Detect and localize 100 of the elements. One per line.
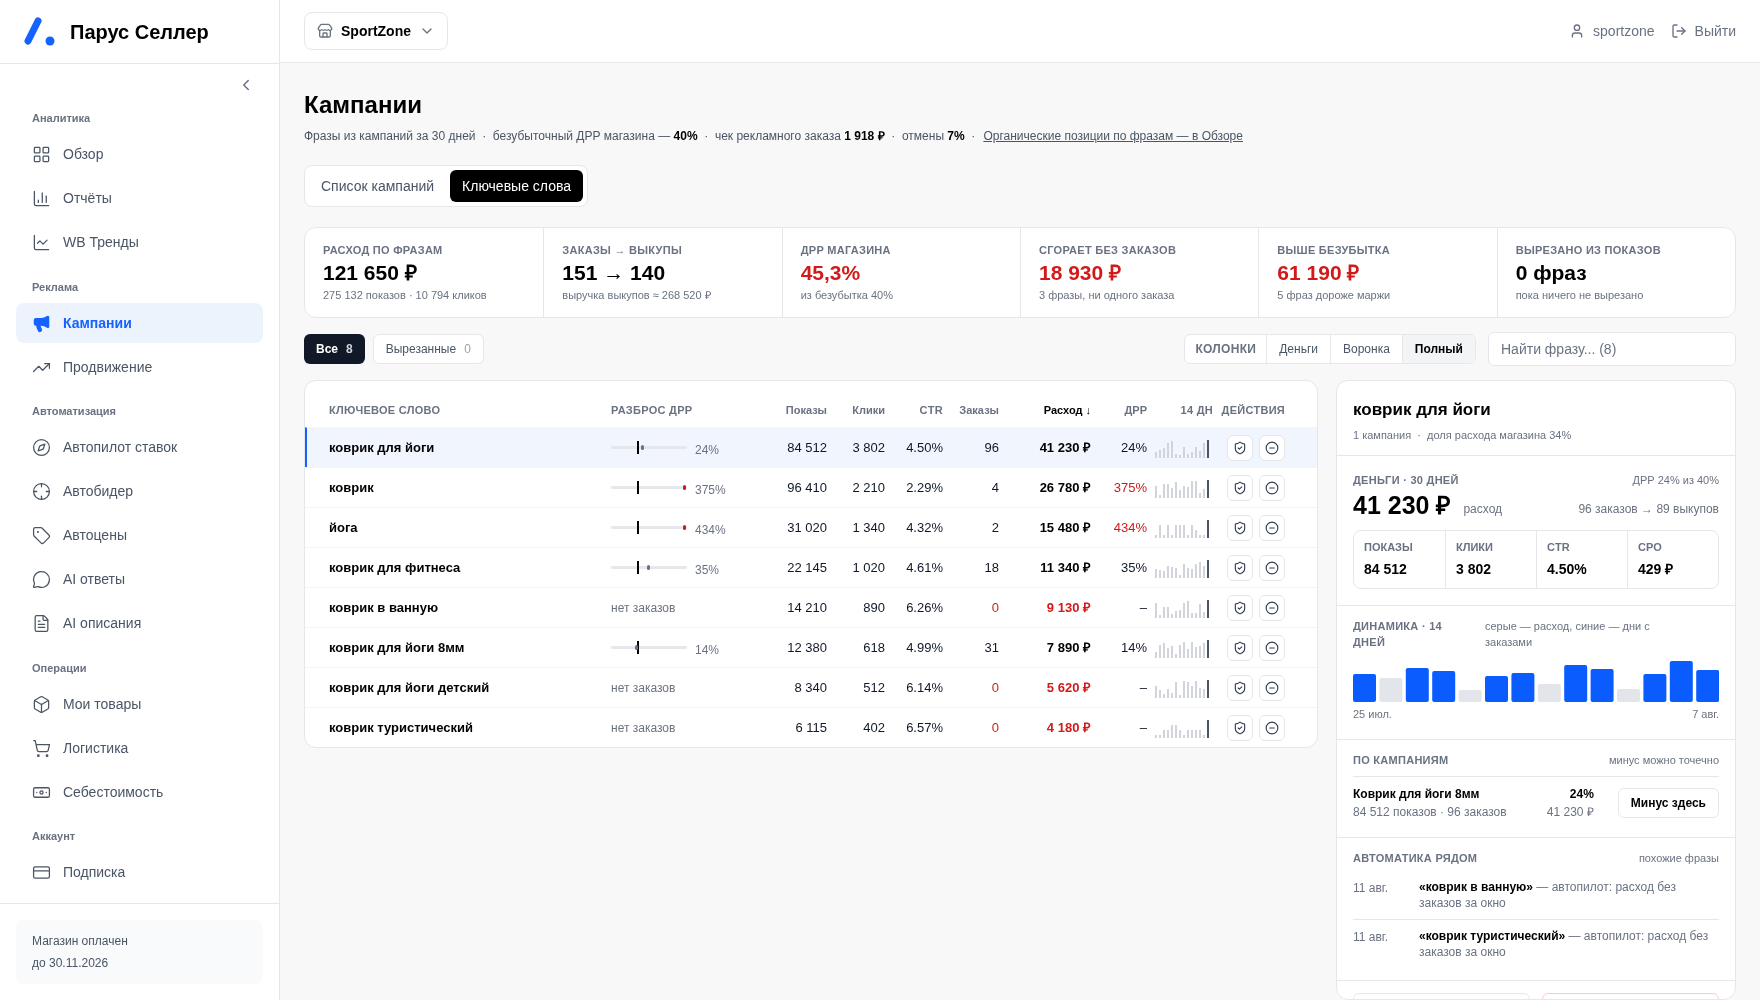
store-icon [317,23,333,39]
column-preset[interactable]: Воронка [1330,335,1402,363]
exclude-button[interactable] [1259,594,1285,621]
protect-button[interactable] [1227,474,1253,501]
spread-value: 24% [695,441,720,459]
filter-chip[interactable]: Все 8 [304,334,365,364]
table-row[interactable]: коврик в ванную нет заказов 14 210 890 6.26% 0 9 130 ₽ – [305,587,1317,627]
store-selector[interactable]: SportZone [304,12,448,50]
stat-label: CTR [1547,539,1571,555]
kpi-value: 61 190 ₽ [1277,259,1361,286]
protect-button[interactable] [1227,554,1253,581]
table-row[interactable]: коврик для йоги 8мм 14% 12 380 618 4.99% 31 7 890 ₽ 14% [305,627,1317,667]
table-cell-text: 4.61% [905,558,943,577]
detail-meta: 1 кампания · доля расхода магазина 34% [1353,427,1573,443]
sidebar-item[interactable]: Логистика [16,728,263,768]
box-icon [32,694,51,714]
exclude-button[interactable] [1259,714,1285,741]
protect-button[interactable] [1227,594,1253,621]
exclude-button[interactable] [1259,434,1285,461]
campaign-meta: 84 512 показов · 96 заказов [1353,804,1508,821]
column-header[interactable]: Расход ↓ [999,401,1091,419]
column-header: КЛЮЧЕВОЕ СЛОВО [329,402,442,418]
table-cell-text: 41 230 ₽ [1038,438,1091,457]
sidebar-item[interactable]: Кампании [16,303,263,343]
table-row[interactable]: коврик для йоги 24% 84 512 3 802 4.50% 96 41 230 ₽ 24% [305,427,1317,467]
user-link[interactable]: sportzone [1569,20,1655,42]
column-preset[interactable]: Полный [1401,335,1475,363]
campaign-drr: 24% [1569,786,1594,803]
protect-button[interactable] [1227,634,1253,661]
table-cell-text: 6 115 [794,718,827,737]
spread-value: 35% [695,561,720,579]
sidebar-item[interactable]: Автопилот ставок [16,427,263,468]
logout-link[interactable]: Выйти [1670,20,1736,42]
stat-label: ПОКАЗЫ [1364,539,1414,555]
protect-button[interactable] [1227,714,1253,741]
table-cell-text: 11 340 ₽ [1039,558,1091,577]
table-cell-text: 1 020 [851,558,885,577]
sidebar-item[interactable]: AI ответы [16,559,263,600]
protect-button[interactable] [1227,434,1253,461]
table-row[interactable]: коврик туристический нет заказов 6 115 402 6.57% 0 4 180 ₽ – [305,707,1317,747]
section-note: похожие фразы [1638,851,1719,866]
spend-value: 41 230 ₽ [1353,492,1452,518]
section-title: АВТОМАТИКА РЯДОМ [1353,851,1478,866]
kpi-label: СГОРАЕТ БЕЗ ЗАКАЗОВ [1039,243,1178,258]
protect-button[interactable] [1227,674,1253,701]
table-row[interactable]: коврик 375% 96 410 2 210 2.29% 4 26 780 ₽ 375% [305,467,1317,507]
exclude-button[interactable] [1259,514,1285,541]
sidebar-item[interactable]: Отчёты [16,178,263,219]
table-row[interactable]: коврик для йоги детский нет заказов 8 340 512 6.14% 0 5 620 ₽ – [305,667,1317,707]
kpi-label: РАСХОД ПО ФРАЗАМ [323,243,444,258]
stat-value: 429 ₽ [1638,560,1675,579]
chart-legend: серые — расход, синие — дни с заказами [1485,618,1685,650]
kpi-value: 45,3% [800,259,862,286]
exclude-button[interactable] [1259,474,1285,501]
sidebar-item[interactable]: Обзор [16,134,263,175]
kpi-value: 18 930 ₽ [1039,259,1123,286]
sidebar-item[interactable]: Подписка [16,852,263,893]
table-cell-text: 35% [1119,558,1147,577]
kpi-note: выручка выкупов ≈ 268 520 ₽ [562,287,712,303]
sidebar-item[interactable]: Автобидер [16,471,263,512]
cart-icon [32,738,51,758]
sidebar-item[interactable]: WB Тренды [16,222,263,263]
sidebar-item[interactable]: Автоцены [16,515,263,556]
table-cell-text: 6.14% [905,678,943,697]
kpi-label: ДРР МАГАЗИНА [800,243,892,258]
table-row[interactable]: коврик для фитнеса 35% 22 145 1 020 4.61% 18 11 340 ₽ 35% [305,547,1317,587]
keyword-cell-text: коврик в ванную [329,598,439,617]
logout-icon [1670,23,1687,39]
table-row[interactable]: йога 434% 31 020 1 340 4.32% 2 15 480 ₽ 434% [305,507,1317,547]
kpi-label: ВЫШЕ БЕЗУБЫТКА [1277,243,1391,258]
table-cell-text: 84 512 [786,438,827,457]
exclude-button[interactable] [1259,634,1285,661]
sidebar-item[interactable]: Себестоимость [16,772,263,812]
exclude-button[interactable] [1259,554,1285,581]
shield-check-icon [1233,520,1247,535]
section-title: Автоматизация [31,404,118,419]
column-header: ДРР [1123,402,1147,418]
protect-button[interactable] [1227,514,1253,541]
organic-link[interactable]: Органические позиции по фразам — в Обзоре [983,127,1243,145]
view-tab[interactable]: Список кампаний [309,170,447,202]
section-title: Аккаунт [31,829,77,844]
kpi-label: ЗАКАЗЫ → ВЫКУПЫ [562,243,683,258]
event-text: «коврик в ванную» — автопилот: расход без заказов за окно [1419,878,1677,911]
sidebar-item[interactable]: Продвижение [16,347,263,387]
shield-check-icon [1233,680,1247,695]
table-cell-text: 375% [1112,478,1147,497]
minus-here-button[interactable]: Минус здесь [1617,788,1719,818]
sidebar-item[interactable]: AI описания [16,603,263,644]
filter-chip[interactable]: Вырезанные 0 [372,334,484,364]
spread-value: 434% [695,521,726,539]
table-cell-text: 890 [862,598,885,617]
view-tab[interactable]: Ключевые слова [450,170,583,202]
section-title: ПО КАМПАНИЯМ [1353,752,1449,768]
spread-value: 14% [695,641,720,659]
search-field[interactable]: Найти фразу... (8) [1488,332,1736,366]
exclude-button[interactable] [1259,674,1285,701]
keyword-cell-text: йога [329,518,359,537]
sidebar-item[interactable]: Мои товары [16,684,263,724]
kpi-label: ВЫРЕЗАНО ИЗ ПОКАЗОВ [1515,243,1662,258]
column-preset[interactable]: Деньги [1266,335,1330,363]
